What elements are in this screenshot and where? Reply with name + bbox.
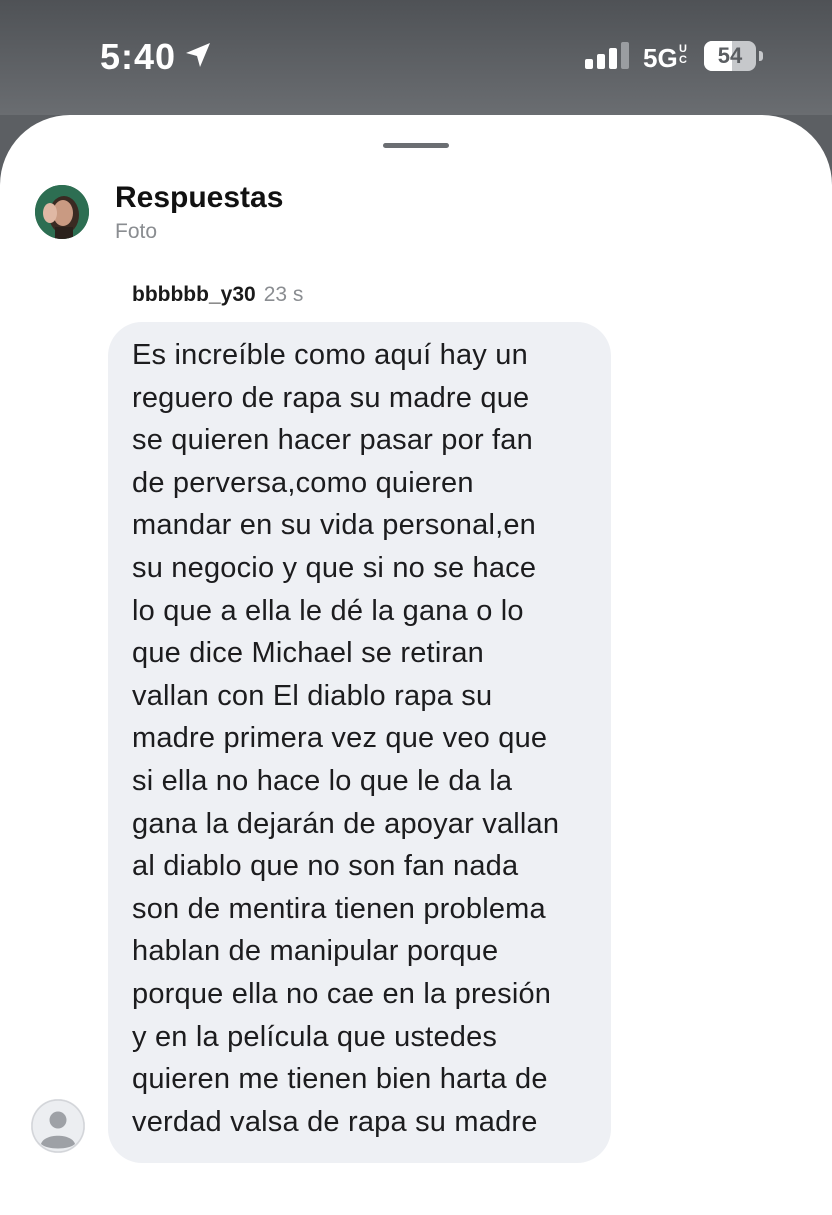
network-type: 5G bbox=[643, 43, 678, 73]
battery-icon: 54 bbox=[704, 41, 764, 71]
network-type-suffix: UC bbox=[679, 43, 687, 66]
reply-timestamp: 23 s bbox=[263, 283, 304, 306]
status-time: 5:40 bbox=[100, 36, 177, 77]
default-person-icon[interactable] bbox=[31, 1099, 85, 1153]
location-arrow-icon bbox=[186, 43, 210, 67]
reply-username[interactable]: bbbbbb_y30 bbox=[132, 283, 256, 306]
cellular-signal-icon bbox=[585, 42, 629, 69]
sheet-subtitle: Foto bbox=[115, 220, 158, 243]
status-bar: 5:40 5G UC 54 bbox=[0, 0, 832, 115]
sheet-grabber-handle[interactable] bbox=[383, 143, 449, 148]
post-avatar[interactable] bbox=[35, 185, 89, 239]
message-bubble[interactable]: Es increíble como aquí hay un reguero de… bbox=[108, 322, 611, 1163]
reply-meta: bbbbbb_y30 23 s bbox=[132, 283, 303, 307]
replies-sheet: Respuestas Foto bbbbbb_y30 23 s Es increí… bbox=[0, 115, 832, 1215]
message-text: Es increíble como aquí hay un reguero de… bbox=[132, 339, 560, 1138]
battery-percentage: 54 bbox=[717, 43, 743, 68]
sheet-title: Respuestas bbox=[115, 181, 284, 214]
